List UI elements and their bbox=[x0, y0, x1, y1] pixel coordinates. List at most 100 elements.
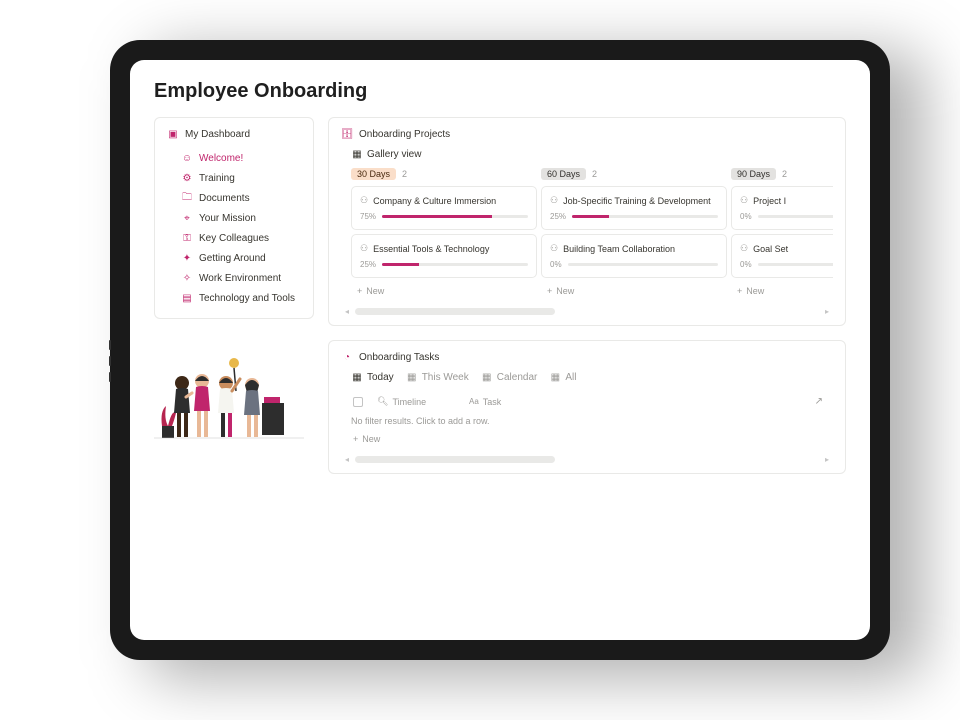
sidebar-card: ▣ My Dashboard ☺ Welcome! ⚙Training🗀Docume… bbox=[154, 117, 314, 319]
progress-fill bbox=[572, 215, 608, 218]
sidebar-item[interactable]: ✧Work Environment bbox=[181, 268, 301, 288]
progress-bar bbox=[382, 263, 528, 266]
sidebar-item-label: Welcome! bbox=[199, 153, 243, 164]
progress-percent: 25% bbox=[360, 260, 376, 269]
tab-label: This Week bbox=[422, 372, 469, 383]
scroll-right-icon: ▸ bbox=[825, 307, 829, 316]
tasks-header[interactable]: ◔ Onboarding Tasks bbox=[341, 351, 833, 363]
sidebar-item[interactable]: ▤Technology and Tools bbox=[181, 288, 301, 308]
new-card-button[interactable]: +New bbox=[541, 282, 727, 300]
tasks-scrollbar[interactable]: ◂ ▸ bbox=[341, 456, 833, 463]
sidebar-item-label: Documents bbox=[199, 193, 250, 204]
column-count: 2 bbox=[782, 169, 787, 179]
new-task-label: New bbox=[362, 434, 380, 444]
gallery-column: 90 Days 2 ⚇Project I0% ⚇Goal Set 0% + New bbox=[731, 168, 833, 300]
card-title-row: ⚇Goal Set bbox=[740, 243, 833, 254]
project-card[interactable]: ⚇Goal Set 0% bbox=[731, 234, 833, 278]
sidebar-item-label: Your Mission bbox=[199, 213, 256, 224]
search-icon: 🔍︎ bbox=[377, 396, 388, 407]
new-card-label: New bbox=[556, 286, 574, 296]
timeline-label: Timeline bbox=[392, 397, 426, 407]
tasks-view-tab[interactable]: ▦All bbox=[549, 371, 576, 383]
person-icon: ⚇ bbox=[550, 243, 558, 254]
column-tag[interactable]: 30 Days bbox=[351, 168, 396, 180]
sidebar-item-icon: ☺ bbox=[181, 152, 193, 164]
sidebar-item-icon: ⌖ bbox=[181, 212, 193, 224]
task-label: Task bbox=[483, 397, 502, 407]
progress-bar bbox=[572, 215, 718, 218]
sidebar-item[interactable]: ⚙Training bbox=[181, 168, 301, 188]
new-task-button[interactable]: + New bbox=[347, 430, 833, 448]
scroll-right-icon: ▸ bbox=[825, 455, 829, 464]
checkbox-icon bbox=[353, 397, 363, 407]
gallery-view-tab[interactable]: ▦ Gallery view bbox=[351, 148, 421, 160]
progress-fill bbox=[382, 215, 491, 218]
progress-percent: 0% bbox=[550, 260, 562, 269]
progress-row: 25% bbox=[550, 212, 718, 221]
tasks-title: Onboarding Tasks bbox=[359, 352, 439, 363]
sidebar-item[interactable]: 🗀Documents bbox=[181, 188, 301, 208]
column-count: 2 bbox=[402, 169, 407, 179]
task-column-header[interactable]: Aa Task bbox=[469, 397, 501, 407]
project-card[interactable]: ⚇Essential Tools & Technology25% bbox=[351, 234, 537, 278]
sidebar-item[interactable]: ☺ Welcome! bbox=[181, 148, 301, 168]
card-title: Essential Tools & Technology bbox=[373, 244, 489, 254]
progress-bar bbox=[568, 263, 718, 266]
sidebar-title-row[interactable]: ▣ My Dashboard bbox=[167, 128, 301, 140]
new-card-label: New bbox=[746, 286, 764, 296]
sidebar-item[interactable]: ⚿Key Colleagues bbox=[181, 228, 301, 248]
scroll-left-icon: ◂ bbox=[345, 307, 349, 316]
table-icon: ▦ bbox=[406, 371, 418, 383]
person-icon: ⚇ bbox=[360, 195, 368, 206]
project-card[interactable]: ⚇Project I0% bbox=[731, 186, 833, 230]
project-card[interactable]: ⚇Job-Specific Training & Development25% bbox=[541, 186, 727, 230]
project-card[interactable]: ⚇Building Team Collaboration0% bbox=[541, 234, 727, 278]
table-icon: ▦ bbox=[481, 371, 493, 383]
progress-percent: 25% bbox=[550, 212, 566, 221]
tasks-view-tab[interactable]: ▦Today bbox=[351, 371, 394, 383]
sidebar-item-icon: ✧ bbox=[181, 272, 193, 284]
new-card-button[interactable]: + New bbox=[731, 282, 833, 300]
checkbox-column[interactable] bbox=[351, 397, 365, 407]
card-title: Project I bbox=[753, 196, 786, 206]
column-tag[interactable]: 60 Days bbox=[541, 168, 586, 180]
plus-icon: + bbox=[737, 286, 742, 296]
tasks-view-tab[interactable]: ▦ This Week bbox=[406, 371, 469, 383]
gallery-column: 60 Days2 ⚇Job-Specific Training & Develop… bbox=[541, 168, 731, 300]
scroll-left-icon: ◂ bbox=[345, 455, 349, 464]
project-card[interactable]: ⚇ Company & Culture Immersion 75% bbox=[351, 186, 537, 230]
checkmark-circle-icon: ◔ bbox=[341, 351, 353, 363]
new-card-button[interactable]: +New bbox=[351, 282, 537, 300]
tab-label: All bbox=[565, 372, 576, 383]
scroll-thumb[interactable] bbox=[355, 308, 555, 315]
tasks-table-header: 🔍︎ Timeline Aa Task ↗ bbox=[341, 391, 833, 412]
page-title: Employee Onboarding bbox=[154, 80, 846, 103]
expand-icon[interactable]: ↗ bbox=[815, 396, 823, 407]
sidebar-item-icon: ▤ bbox=[181, 292, 193, 304]
empty-results-message[interactable]: No filter results. Click to add a row. bbox=[341, 412, 833, 430]
sidebar-item-icon: ⚙ bbox=[181, 172, 193, 184]
column-tag[interactable]: 90 Days bbox=[731, 168, 776, 180]
plus-icon: + bbox=[353, 434, 358, 444]
projects-section: 🗄 Onboarding Projects ▦ Gallery view 30 … bbox=[328, 117, 846, 326]
card-title-row: ⚇ Company & Culture Immersion bbox=[360, 195, 528, 206]
sidebar-item[interactable]: ✦Getting Around bbox=[181, 248, 301, 268]
projects-scrollbar[interactable]: ◂ ▸ bbox=[341, 308, 833, 315]
sidebar-item[interactable]: ⌖ Your Mission bbox=[181, 208, 301, 228]
progress-percent: 75% bbox=[360, 212, 376, 221]
gallery-icon: ▦ bbox=[351, 148, 363, 160]
team-illustration bbox=[154, 341, 304, 451]
progress-percent: 0% bbox=[740, 260, 752, 269]
person-icon: ⚇ bbox=[740, 243, 748, 254]
timeline-column-header[interactable]: 🔍︎ Timeline bbox=[377, 396, 457, 407]
scroll-thumb[interactable] bbox=[355, 456, 555, 463]
column-header: 60 Days2 bbox=[541, 168, 727, 180]
column-header: 30 Days 2 bbox=[351, 168, 537, 180]
progress-bar bbox=[382, 215, 528, 218]
new-card-label: New bbox=[366, 286, 384, 296]
person-icon: ⚇ bbox=[550, 195, 558, 206]
card-title: Company & Culture Immersion bbox=[373, 196, 496, 206]
projects-header[interactable]: 🗄 Onboarding Projects bbox=[341, 128, 833, 140]
progress-row: 25% bbox=[360, 260, 528, 269]
tasks-view-tab[interactable]: ▦Calendar bbox=[481, 371, 538, 383]
